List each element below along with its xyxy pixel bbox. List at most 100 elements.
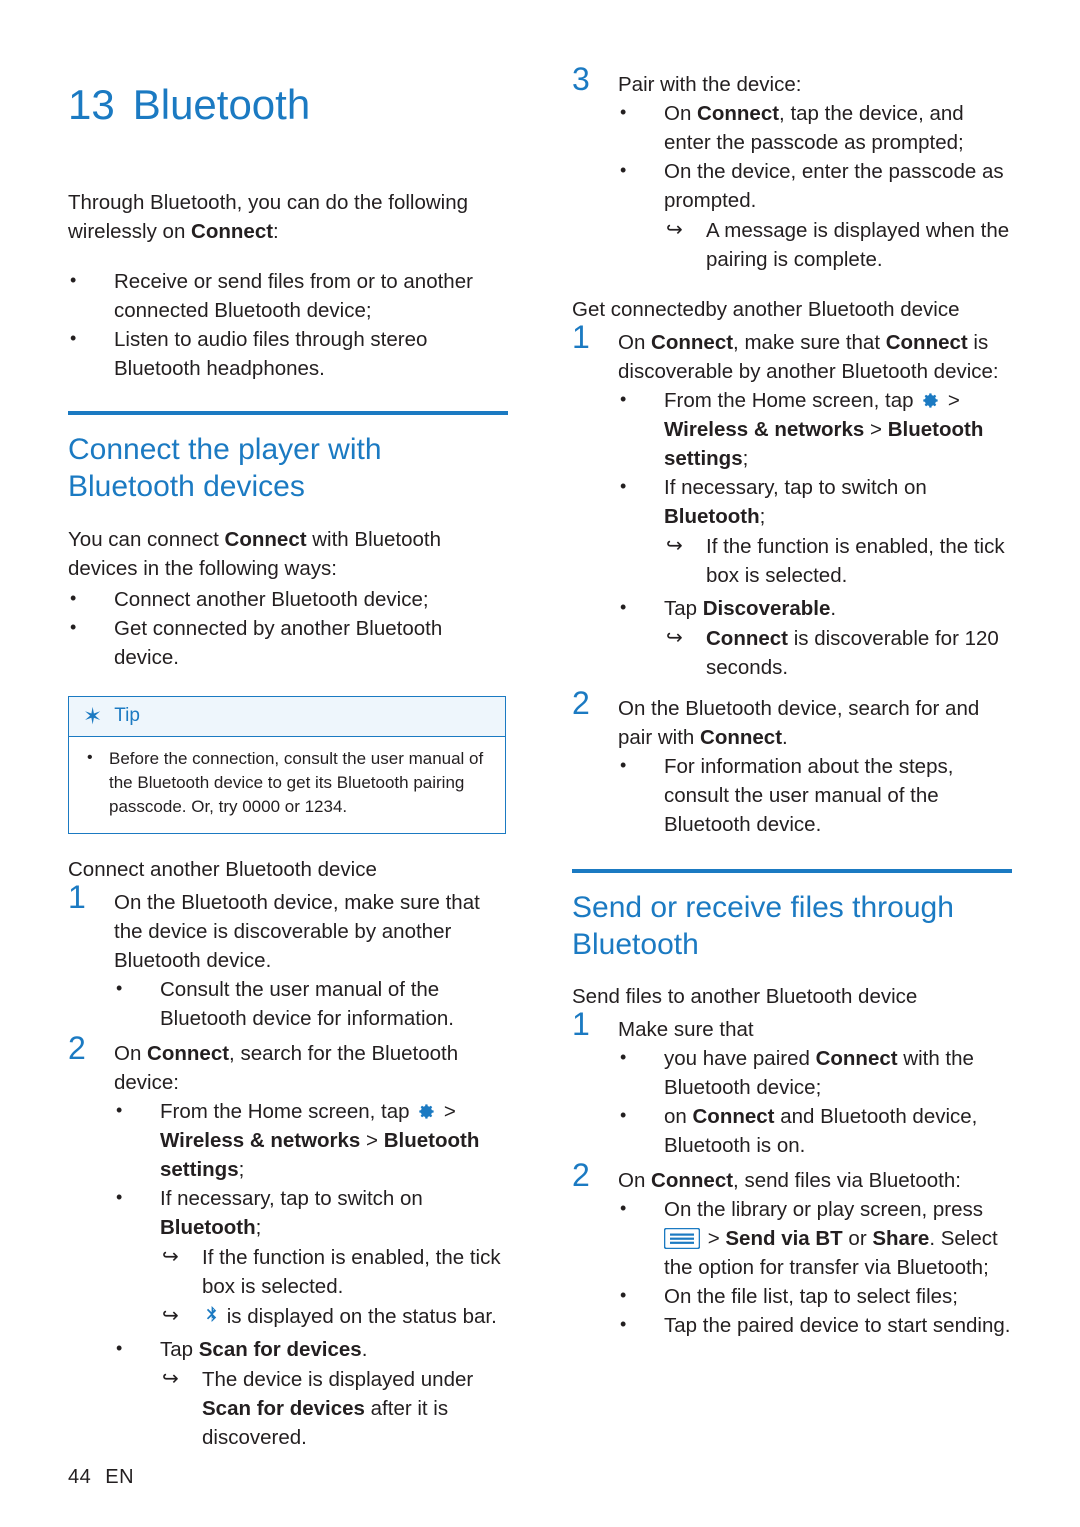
step-number: 1 [572, 1006, 590, 1042]
g2-post: . [782, 726, 788, 749]
step3-bullets: On Connect, tap the device, and enter th… [618, 98, 1012, 274]
chapter-number: 13 [68, 81, 115, 128]
list-item: On the device, enter the passcode as pro… [618, 156, 1012, 274]
s1-bullets: you have paired Connect with the Bluetoo… [618, 1043, 1012, 1160]
arrow-note-text: If the function is enabled, the tick box… [202, 1245, 501, 1298]
step-text: Pair with the device: [618, 73, 802, 96]
list-item: Connect another Bluetooth device; [68, 584, 508, 614]
step-number: 2 [572, 685, 590, 721]
step-text: On Connect, send files via Bluetooth: [618, 1166, 1012, 1195]
arrow-note: If the function is enabled, the tick box… [664, 532, 1012, 590]
numbered-step: 1 On Connect, make sure that Connect is … [572, 320, 1012, 682]
s2-b1-text: On the library or play screen, press [664, 1198, 984, 1221]
send-files-steps: 1 Make sure that you have paired Connect… [572, 1007, 1012, 1340]
connect-para-bold: Connect [224, 527, 307, 551]
arrow-note-bold: Scan for devices [202, 1396, 365, 1420]
pair-steps: 3 Pair with the device: On Connect, tap … [572, 62, 1012, 274]
subheading-get-connected: Get connectedby another Bluetooth device [572, 298, 960, 321]
section-divider [68, 410, 508, 415]
step2-pre: On [114, 1041, 148, 1065]
numbered-step: 1 Make sure that you have paired Connect… [572, 1007, 1012, 1160]
list-item: Tap the paired device to start sending. [618, 1310, 1012, 1340]
chapter-heading: 13 Bluetooth [68, 84, 508, 126]
list-item: Get connected by another Bluetooth devic… [68, 613, 508, 672]
step2-b3-bold: Scan for devices [198, 1337, 362, 1361]
left-column: 13 Bluetooth Through Bluetooth, you can d… [68, 70, 508, 1456]
get-connected-steps: 1 On Connect, make sure that Connect is … [572, 320, 1012, 839]
document-page: 13 Bluetooth Through Bluetooth, you can d… [0, 0, 1080, 1527]
g1-b1-pre: From the Home screen, tap [664, 389, 914, 412]
step1-bullets: Consult the user manual of the Bluetooth… [114, 974, 508, 1033]
list-item: For information about the steps, consult… [618, 751, 1012, 839]
connect-para-pre: You can connect [68, 527, 225, 551]
right-column: 3 Pair with the device: On Connect, tap … [572, 62, 1012, 1344]
step-number: 2 [572, 1157, 590, 1193]
list-item: On the library or play screen, press > S… [618, 1194, 1012, 1282]
section-divider [572, 869, 1012, 873]
step2-b3-post: . [361, 1337, 368, 1361]
g1-bold2: Connect [885, 331, 968, 354]
list-item: If necessary, tap to switch on Bluetooth… [114, 1183, 508, 1331]
g1-bullets: From the Home screen, tap > Wireless & n… [618, 385, 1012, 682]
arrow-note-text: A message is displayed when the pairing … [706, 219, 1010, 271]
list-item: Tap Scan for devices. The device is disp… [114, 1334, 508, 1452]
intro-connect-bold: Connect [191, 220, 274, 243]
list-item: Listen to audio files through stereo Blu… [68, 324, 508, 383]
intro-line-1: Through Bluetooth, you can do the follow… [68, 191, 469, 214]
g1-bold1: Connect [651, 331, 734, 354]
subheading-send-files: Send files to another Bluetooth device [572, 985, 918, 1008]
step-text: On Connect, make sure that Connect is di… [618, 328, 1012, 386]
language-code: EN [105, 1466, 135, 1488]
g1-b1-semi: ; [742, 447, 749, 470]
list-item: Tap Discoverable. Connect is discoverabl… [618, 593, 1012, 682]
step-number: 3 [572, 61, 590, 97]
connect-another-steps: 1 On the Bluetooth device, make sure tha… [68, 880, 508, 1452]
section-heading-connect: Connect the player with Bluetooth device… [68, 431, 508, 505]
arrow-note-text: If the function is enabled, the tick box… [706, 535, 1005, 587]
tip-star-icon: ✶ [83, 702, 103, 729]
step2-b1-sep: > [360, 1128, 384, 1152]
section2-heading-line2: Bluetooth [572, 928, 699, 961]
arrow-note-text: is displayed on the status bar. [226, 1304, 497, 1328]
g2-bullets: For information about the steps, consult… [618, 751, 1012, 839]
s1-b1-bold: Connect [815, 1047, 898, 1070]
s2-b1-or: or [842, 1227, 873, 1250]
step2-bullets: From the Home screen, tap > Wireless & n… [114, 1096, 508, 1452]
subheading-connect-another: Connect another Bluetooth device [68, 857, 377, 881]
bluetooth-icon [205, 1305, 218, 1325]
menu-icon [663, 1227, 701, 1250]
g1-b3-pre: Tap [664, 597, 703, 620]
s2-pre: On [618, 1169, 652, 1192]
intro-line-2-post: : [273, 220, 279, 243]
step2-bold: Connect [147, 1041, 230, 1065]
step3-b2: On the device, enter the passcode as pro… [664, 160, 1004, 212]
g1-pre: On [618, 331, 652, 354]
step-number: 1 [572, 319, 590, 355]
list-item: From the Home screen, tap > Wireless & n… [618, 385, 1012, 473]
list-item: On the file list, tap to select files; [618, 1281, 1012, 1311]
s2-b1-bold1: Send via BT [725, 1227, 843, 1250]
numbered-step: 2 On Connect, send files via Bluetooth: … [572, 1158, 1012, 1340]
step2-b2-pre: If necessary, tap to switch on [160, 1186, 423, 1210]
g2-pre: On the Bluetooth device, search for and … [618, 697, 980, 749]
connect-ways-list: Connect another Bluetooth device; Get co… [68, 584, 508, 672]
gear-icon [417, 1100, 436, 1119]
s2-b1-sep: > [707, 1227, 726, 1250]
tip-box-body: Before the connection, consult the user … [69, 736, 505, 833]
step2-b3-pre: Tap [160, 1337, 199, 1361]
g1-b2-bold: Bluetooth [664, 505, 760, 528]
g2-bold: Connect [700, 726, 783, 749]
g1-b3-post: . [830, 597, 837, 620]
page-footer: 44 EN [68, 1466, 134, 1489]
g1-b1-bold1: Wireless & networks [664, 418, 865, 441]
step2-b1-post: > [443, 1099, 456, 1123]
g1-b1-sep: > [864, 418, 888, 441]
g1-b2-post: ; [759, 505, 766, 528]
g1-mid: , make sure that [733, 331, 886, 354]
step-number: 2 [68, 1029, 86, 1066]
arrow-note: The device is displayed under Scan for d… [160, 1365, 508, 1452]
step2-b2-post: ; [255, 1215, 262, 1239]
step-text: On Connect, search for the Bluetooth dev… [114, 1039, 508, 1097]
s2-post: , send files via Bluetooth: [733, 1169, 961, 1192]
tip-label: Tip [114, 705, 140, 726]
